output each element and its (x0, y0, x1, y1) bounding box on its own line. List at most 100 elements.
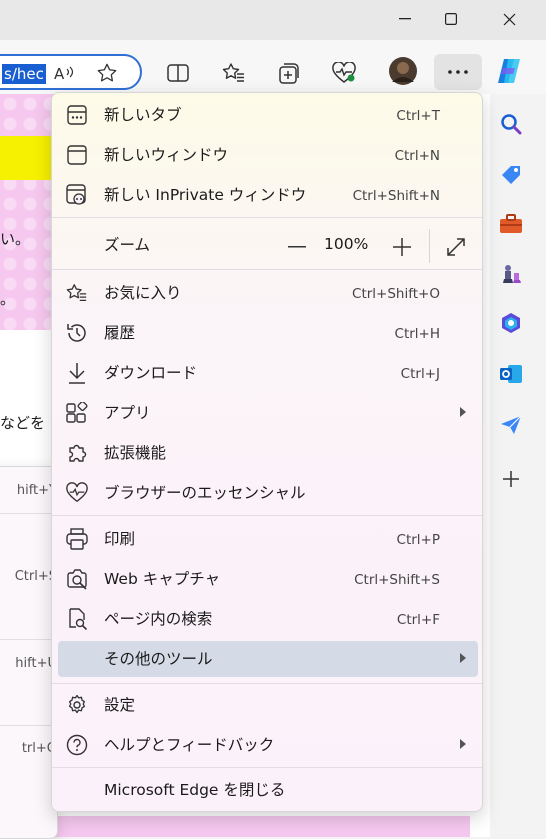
submenu-divider (0, 513, 57, 514)
menu-item-favorites[interactable]: お気に入り Ctrl+Shift+O (58, 275, 478, 311)
help-icon (66, 734, 88, 756)
shopping-tag-icon[interactable] (498, 162, 524, 188)
page-text-line: い。 (0, 230, 31, 248)
svg-text:A: A (54, 65, 65, 82)
menu-divider (52, 515, 482, 516)
menu-item-extensions[interactable]: 拡張機能 (58, 435, 478, 471)
zoom-label: ズーム (104, 236, 151, 254)
submenu-arrow-icon (460, 653, 466, 663)
fullscreen-icon[interactable] (443, 234, 469, 260)
collections-icon[interactable] (276, 60, 302, 86)
menu-item-label: 新しい InPrivate ウィンドウ (104, 186, 307, 204)
download-icon (66, 362, 88, 384)
menu-item-label: 履歴 (104, 324, 136, 342)
menu-item-new-window[interactable]: 新しいウィンドウ Ctrl+N (58, 137, 478, 173)
print-icon (66, 528, 88, 550)
menu-item-label: 拡張機能 (104, 444, 167, 462)
menu-item-label: 印刷 (104, 530, 136, 548)
menu-item-shortcut: Ctrl+P (396, 532, 440, 548)
menu-item-shortcut: Ctrl+H (394, 326, 440, 342)
web-capture-icon (66, 568, 88, 590)
submenu-shortcut[interactable]: hift+Y (0, 483, 57, 498)
page-text-line: などを (0, 414, 46, 432)
menu-item-settings[interactable]: 設定 (58, 687, 478, 723)
menu-item-label: Web キャプチャ (104, 570, 221, 588)
apps-icon (66, 402, 88, 424)
settings-gear-icon (66, 694, 88, 716)
minimize-button[interactable] (382, 0, 428, 38)
inprivate-window-icon (66, 184, 88, 206)
copilot-icon[interactable] (494, 54, 528, 88)
menu-item-label: ダウンロード (104, 364, 198, 382)
menu-item-find-on-page[interactable]: ページ内の検索 Ctrl+F (58, 601, 478, 637)
menu-item-label: その他のツール (104, 650, 213, 668)
menu-item-downloads[interactable]: ダウンロード Ctrl+J (58, 355, 478, 391)
menu-item-web-capture[interactable]: Web キャプチャ Ctrl+Shift+S (58, 561, 478, 597)
menu-item-apps[interactable]: アプリ (58, 395, 478, 431)
favorites-icon[interactable] (221, 60, 247, 86)
menu-item-shortcut: Ctrl+Shift+S (354, 572, 440, 588)
submenu-shortcut[interactable]: hift+U (0, 656, 57, 671)
settings-and-more-button[interactable] (434, 54, 482, 90)
outlook-icon[interactable] (498, 361, 524, 387)
menu-item-label: 新しいウィンドウ (104, 146, 229, 164)
find-on-page-icon (66, 608, 88, 630)
microsoft-365-icon[interactable] (498, 310, 524, 336)
submenu-divider (0, 725, 57, 726)
search-icon[interactable] (498, 111, 524, 137)
menu-item-label: 設定 (104, 696, 136, 714)
menu-item-shortcut: Ctrl+J (400, 366, 440, 382)
menu-item-shortcut: Ctrl+N (394, 148, 440, 164)
address-url-text[interactable]: s/hec (2, 64, 46, 84)
menu-item-label: ブラウザーのエッセンシャル (104, 484, 306, 502)
profile-avatar[interactable] (388, 56, 418, 86)
menu-item-shortcut: Ctrl+F (396, 612, 440, 628)
new-tab-icon (66, 104, 88, 126)
menu-item-browser-essentials[interactable]: ブラウザーのエッセンシャル (58, 475, 478, 511)
page-pink-footer (0, 816, 470, 837)
submenu-divider (0, 639, 57, 640)
menu-item-new-tab[interactable]: 新しいタブ Ctrl+T (58, 97, 478, 133)
menu-item-history[interactable]: 履歴 Ctrl+H (58, 315, 478, 351)
send-drop-icon[interactable] (498, 412, 524, 438)
menu-item-close-edge[interactable]: Microsoft Edge を閉じる (58, 772, 478, 808)
submenu-arrow-icon (460, 739, 466, 749)
close-window-button[interactable] (486, 0, 532, 38)
maximize-button[interactable] (428, 0, 474, 38)
menu-item-label: お気に入り (104, 284, 182, 302)
read-aloud-icon[interactable]: A (52, 60, 78, 86)
menu-item-more-tools[interactable]: その他のツール (58, 641, 478, 677)
menu-item-new-inprivate-window[interactable]: 新しい InPrivate ウィンドウ Ctrl+Shift+N (58, 177, 478, 213)
menu-item-label: アプリ (104, 404, 151, 422)
extensions-puzzle-icon (66, 442, 88, 464)
menu-item-shortcut: Ctrl+Shift+N (352, 188, 440, 204)
zoom-level-value: 100% (324, 235, 369, 253)
menu-item-label: Microsoft Edge を閉じる (104, 781, 286, 799)
submenu-arrow-icon (460, 407, 466, 417)
more-tools-submenu: hift+Y Ctrl+S hift+U trl+Q (0, 466, 58, 839)
title-bar (0, 0, 546, 40)
menu-divider (52, 683, 482, 684)
edge-sidebar (490, 94, 546, 837)
add-sidebar-app-icon[interactable] (498, 466, 524, 492)
zoom-in-button[interactable] (389, 234, 415, 260)
zoom-out-button[interactable] (284, 234, 310, 260)
games-chess-icon[interactable] (498, 260, 524, 286)
menu-item-label: ヘルプとフィードバック (104, 736, 275, 754)
menu-item-print[interactable]: 印刷 Ctrl+P (58, 521, 478, 557)
add-favorite-star-icon[interactable] (94, 60, 120, 86)
menu-divider (52, 767, 482, 768)
split-screen-icon[interactable] (165, 60, 191, 86)
submenu-shortcut[interactable]: Ctrl+S (0, 569, 57, 584)
address-bar[interactable]: s/hec A (0, 54, 142, 90)
submenu-shortcut[interactable]: trl+Q (0, 741, 57, 756)
menu-item-help-and-feedback[interactable]: ヘルプとフィードバック (58, 727, 478, 763)
menu-item-shortcut: Ctrl+T (396, 108, 440, 124)
page-text-line: 。 (0, 290, 16, 308)
tools-briefcase-icon[interactable] (498, 211, 524, 237)
browser-essentials-icon[interactable] (331, 60, 357, 86)
menu-item-shortcut: Ctrl+Shift+O (352, 286, 440, 302)
favorites-star-icon (66, 282, 88, 304)
new-window-icon (66, 144, 88, 166)
history-icon (66, 322, 88, 344)
